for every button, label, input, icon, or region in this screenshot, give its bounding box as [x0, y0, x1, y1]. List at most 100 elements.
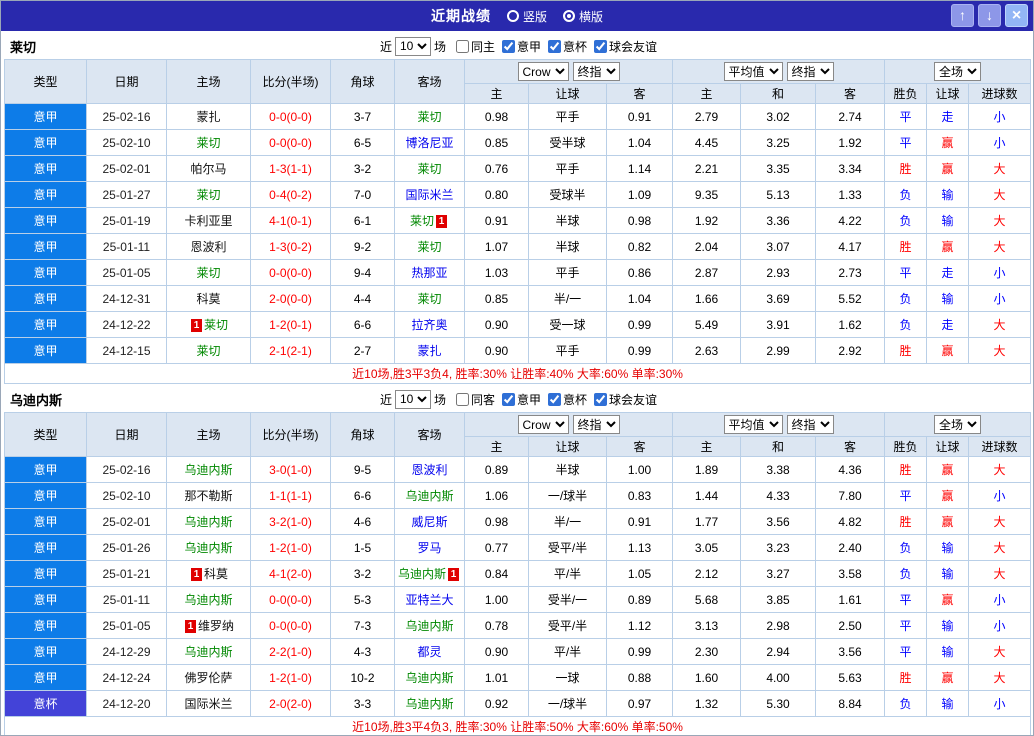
score-link[interactable]: 1-1(1-1): [250, 482, 331, 509]
handicap-time-select[interactable]: 终指: [572, 415, 620, 434]
score-link[interactable]: 3-2(1-0): [250, 508, 331, 535]
away-team-link[interactable]: 莱切: [417, 292, 441, 306]
home-team-link[interactable]: 佛罗伦萨: [184, 671, 232, 685]
home-team-link[interactable]: 那不勒斯: [184, 489, 232, 503]
away-team-link[interactable]: 乌迪内斯: [405, 671, 453, 685]
score-link[interactable]: 2-0(0-0): [250, 285, 331, 312]
result-wdl: 胜: [884, 508, 928, 535]
move-up-button[interactable]: ↑: [951, 4, 974, 27]
scope-select[interactable]: 全场: [934, 415, 982, 434]
away-team-link[interactable]: 莱切: [417, 162, 441, 176]
recent-count-select[interactable]: 10: [394, 389, 431, 409]
filter-serie-a-checkbox[interactable]: [502, 39, 515, 53]
bookmaker-select[interactable]: Crow: [517, 415, 569, 434]
home-team-link[interactable]: 乌迪内斯: [184, 515, 232, 529]
home-team-link[interactable]: 莱切: [196, 188, 220, 202]
score-link[interactable]: 0-0(0-0): [250, 129, 331, 156]
home-team-link[interactable]: 卡利亚里: [184, 214, 232, 228]
handicap-time-select[interactable]: 终指: [572, 62, 620, 81]
score-link[interactable]: 1-3(0-2): [250, 233, 331, 260]
scope-select[interactable]: 全场: [934, 62, 982, 81]
score-link[interactable]: 1-3(1-1): [250, 155, 331, 182]
away-team-link[interactable]: 乌迪内斯: [398, 567, 446, 581]
europe-odds-select[interactable]: 平均值: [723, 415, 783, 434]
layout-vertical-option[interactable]: 竖版: [506, 8, 547, 25]
away-team-link[interactable]: 乌迪内斯: [405, 489, 453, 503]
home-team-link[interactable]: 乌迪内斯: [184, 463, 232, 477]
avg-home-odds: 2.63: [672, 337, 742, 364]
layout-horizontal-radio[interactable]: [563, 10, 575, 22]
filter-italy-cup-checkbox[interactable]: [548, 392, 562, 406]
europe-time-select[interactable]: 终指: [786, 62, 834, 81]
score-link[interactable]: 4-1(2-0): [250, 560, 331, 587]
filter-same-venue[interactable]: 同主: [455, 38, 495, 55]
home-team-link[interactable]: 科莫: [196, 292, 220, 306]
filter-same-venue[interactable]: 同客: [455, 391, 495, 408]
filter-same-venue-checkbox[interactable]: [455, 392, 469, 406]
europe-time-select[interactable]: 终指: [786, 415, 834, 434]
bookmaker-select[interactable]: Crow: [517, 62, 569, 81]
score-link[interactable]: 0-0(0-0): [250, 259, 331, 286]
filter-same-venue-checkbox[interactable]: [455, 39, 469, 53]
score-link[interactable]: 2-2(1-0): [250, 638, 331, 665]
filter-club-friendly-checkbox[interactable]: [594, 392, 608, 406]
move-down-button[interactable]: ↓: [978, 4, 1001, 27]
home-team-link[interactable]: 莱切: [196, 136, 220, 150]
filter-italy-cup-checkbox[interactable]: [548, 39, 562, 53]
away-team-link[interactable]: 热那亚: [411, 266, 447, 280]
home-team-link[interactable]: 恩波利: [190, 240, 226, 254]
away-team-link[interactable]: 乌迪内斯: [405, 619, 453, 633]
filter-serie-a[interactable]: 意甲: [502, 38, 541, 55]
away-team-link[interactable]: 莱切: [417, 240, 441, 254]
away-team-link[interactable]: 恩波利: [411, 463, 447, 477]
away-team-link[interactable]: 拉齐奥: [411, 318, 447, 332]
filter-italy-cup[interactable]: 意杯: [548, 391, 587, 408]
home-team-link[interactable]: 蒙扎: [196, 110, 220, 124]
away-team-link[interactable]: 国际米兰: [405, 188, 453, 202]
score-link[interactable]: 4-1(0-1): [250, 207, 331, 234]
filter-italy-cup[interactable]: 意杯: [548, 38, 587, 55]
filter-club-friendly[interactable]: 球会友谊: [594, 391, 657, 408]
score-link[interactable]: 1-2(1-0): [250, 534, 331, 561]
score-link[interactable]: 0-0(0-0): [250, 103, 331, 130]
away-team-link[interactable]: 都灵: [417, 645, 441, 659]
filter-club-friendly[interactable]: 球会友谊: [594, 38, 657, 55]
home-team-link[interactable]: 莱切: [196, 266, 220, 280]
score-link[interactable]: 1-2(0-1): [250, 311, 331, 338]
filter-serie-a[interactable]: 意甲: [502, 391, 541, 408]
home-team-link[interactable]: 国际米兰: [184, 697, 232, 711]
layout-horizontal-option[interactable]: 横版: [563, 8, 603, 25]
score-link[interactable]: 3-0(1-0): [250, 456, 331, 483]
filter-club-friendly-checkbox[interactable]: [594, 39, 608, 53]
home-team-link[interactable]: 帕尔马: [190, 162, 226, 176]
away-team-link[interactable]: 亚特兰大: [405, 593, 453, 607]
home-team-link[interactable]: 乌迪内斯: [184, 593, 232, 607]
sub-header-avg-away: 客: [815, 436, 886, 457]
home-team-link[interactable]: 莱切: [204, 318, 228, 332]
layout-vertical-radio[interactable]: [506, 10, 519, 22]
score-link[interactable]: 0-0(0-0): [250, 612, 331, 639]
away-team-link[interactable]: 莱切: [410, 214, 434, 228]
away-team-link[interactable]: 蒙扎: [417, 344, 441, 358]
away-team-link[interactable]: 博洛尼亚: [405, 136, 453, 150]
away-team-link[interactable]: 威尼斯: [411, 515, 447, 529]
score-link[interactable]: 0-0(0-0): [250, 586, 331, 613]
europe-odds-select[interactable]: 平均值: [723, 62, 783, 81]
score-link[interactable]: 1-2(1-0): [250, 664, 331, 691]
home-team-link[interactable]: 科莫: [204, 567, 228, 581]
close-button[interactable]: ×: [1005, 4, 1028, 27]
filter-serie-a-checkbox[interactable]: [502, 392, 515, 406]
result-goals: 小: [968, 690, 1032, 717]
avg-home-odds: 3.13: [672, 612, 742, 639]
home-team-link[interactable]: 莱切: [196, 344, 220, 358]
away-team-link[interactable]: 乌迪内斯: [405, 697, 453, 711]
home-team-link[interactable]: 乌迪内斯: [184, 645, 232, 659]
home-team-link[interactable]: 乌迪内斯: [184, 541, 232, 555]
home-team-link[interactable]: 维罗纳: [198, 619, 234, 633]
score-link[interactable]: 2-1(2-1): [250, 337, 331, 364]
recent-count-select[interactable]: 10: [394, 36, 431, 56]
away-team-link[interactable]: 莱切: [417, 110, 441, 124]
score-link[interactable]: 2-0(2-0): [250, 690, 331, 717]
away-team-link[interactable]: 罗马: [417, 541, 441, 555]
score-link[interactable]: 0-4(0-2): [250, 181, 331, 208]
